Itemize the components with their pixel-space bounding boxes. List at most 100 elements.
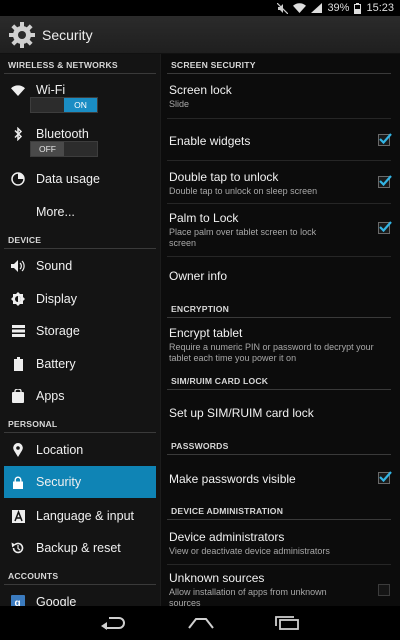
item-summary: Slide bbox=[169, 99, 190, 109]
sidebar-item-location[interactable]: Location bbox=[4, 437, 156, 463]
sidebar-item-google[interactable]: g Google bbox=[4, 591, 156, 606]
item-title: Set up SIM/RUIM card lock bbox=[169, 406, 314, 420]
location-pin-icon bbox=[10, 442, 26, 458]
item-summary: Allow installation of apps from unknown … bbox=[169, 587, 327, 606]
sidebar-item-storage[interactable]: Storage bbox=[4, 318, 156, 344]
home-icon[interactable] bbox=[187, 617, 215, 629]
make-passwords-visible-item[interactable]: Make passwords visible bbox=[169, 472, 391, 486]
sim-lock-item[interactable]: Set up SIM/RUIM card lock bbox=[169, 406, 391, 420]
screen-lock-item[interactable]: Screen lock Slide bbox=[169, 83, 391, 110]
sidebar-item-label: Backup & reset bbox=[36, 541, 121, 555]
enable-widgets-checkbox[interactable] bbox=[378, 133, 392, 146]
sidebar-item-display[interactable]: Display bbox=[4, 286, 156, 312]
sidebar-item-label: Bluetooth bbox=[36, 127, 89, 141]
lock-icon bbox=[10, 474, 26, 490]
sidebar-item-label: Security bbox=[36, 475, 82, 489]
item-title: Unknown sources bbox=[169, 571, 265, 585]
sidebar-item-label: Wi-Fi bbox=[36, 83, 66, 97]
item-summary: Require a numeric PIN or password to dec… bbox=[169, 342, 374, 363]
cell-signal-icon bbox=[311, 3, 323, 13]
bluetooth-toggle[interactable]: OFF bbox=[30, 141, 98, 157]
make-passwords-visible-checkbox[interactable] bbox=[378, 471, 392, 484]
toggle-off-side bbox=[31, 98, 64, 112]
item-title: Double tap to unlock bbox=[169, 170, 279, 184]
sidebar-item-data-usage[interactable]: Data usage bbox=[4, 166, 156, 192]
storage-icon bbox=[10, 323, 26, 339]
mute-icon bbox=[277, 2, 289, 14]
sidebar-item-label: Location bbox=[36, 443, 84, 457]
gear-icon[interactable] bbox=[8, 21, 36, 49]
item-title: Enable widgets bbox=[169, 134, 251, 148]
brightness-icon bbox=[10, 291, 26, 307]
enable-widgets-item[interactable]: Enable widgets bbox=[169, 134, 391, 148]
sidebar-item-label: Sound bbox=[36, 259, 73, 273]
navigation-bar bbox=[0, 606, 400, 640]
divider bbox=[167, 256, 391, 257]
sidebar-item-sound[interactable]: Sound bbox=[4, 253, 156, 279]
battery-percent: 39% bbox=[327, 2, 350, 14]
battery-icon bbox=[10, 356, 26, 372]
item-summary: View or deactivate device administrators bbox=[169, 546, 330, 556]
sidebar-item-battery[interactable]: Battery bbox=[4, 351, 156, 377]
data-usage-icon bbox=[10, 171, 26, 187]
item-summary: Place palm over tablet screen to lock sc… bbox=[169, 227, 317, 248]
header-sim-lock: SIM/RUIM CARD LOCK bbox=[167, 372, 391, 390]
battery-status-icon bbox=[354, 2, 362, 14]
item-title: Owner info bbox=[169, 269, 228, 283]
divider bbox=[167, 160, 391, 161]
double-tap-checkbox[interactable] bbox=[378, 175, 392, 188]
sidebar-item-label: Apps bbox=[36, 389, 65, 403]
item-title: Device administrators bbox=[169, 530, 285, 544]
sidebar-item-label: More... bbox=[36, 205, 75, 219]
recent-apps-icon[interactable] bbox=[275, 616, 299, 630]
item-title: Screen lock bbox=[169, 83, 232, 97]
header-passwords: PASSWORDS bbox=[167, 437, 391, 455]
sidebar-item-backup[interactable]: Backup & reset bbox=[4, 535, 156, 561]
sidebar-item-security[interactable]: Security bbox=[4, 466, 156, 498]
sidebar-item-more[interactable]: More... bbox=[4, 199, 156, 225]
wifi-signal-icon bbox=[293, 3, 307, 13]
action-bar: Security bbox=[0, 16, 400, 54]
google-icon: g bbox=[10, 594, 26, 606]
status-bar: 39% 15:23 bbox=[0, 0, 400, 16]
settings-sidebar[interactable]: WIRELESS & NETWORKS Wi-Fi ON Bluetooth O… bbox=[0, 54, 160, 606]
item-title: Encrypt tablet bbox=[169, 326, 243, 340]
wifi-icon bbox=[10, 82, 26, 98]
header-device-administration: DEVICE ADMINISTRATION bbox=[167, 502, 391, 520]
bluetooth-icon bbox=[10, 126, 26, 142]
divider bbox=[167, 564, 391, 565]
divider bbox=[167, 203, 391, 204]
sidebar-item-label: Language & input bbox=[36, 509, 135, 523]
header-screen-security: SCREEN SECURITY bbox=[167, 56, 391, 74]
toggle-on-side bbox=[64, 142, 97, 156]
palm-lock-checkbox[interactable] bbox=[378, 221, 392, 234]
sidebar-item-apps[interactable]: Apps bbox=[4, 383, 156, 409]
item-summary: Double tap to unlock on sleep screen bbox=[169, 186, 318, 196]
header-personal: PERSONAL bbox=[4, 415, 156, 433]
owner-info-item[interactable]: Owner info bbox=[169, 269, 391, 283]
header-encryption: ENCRYPTION bbox=[167, 300, 391, 318]
page-title: Security bbox=[42, 26, 93, 43]
clock: 15:23 bbox=[366, 2, 394, 14]
item-title: Palm to Lock bbox=[169, 211, 239, 225]
encrypt-tablet-item[interactable]: Encrypt tablet Require a numeric PIN or … bbox=[169, 326, 391, 363]
sidebar-item-label: Display bbox=[36, 292, 77, 306]
security-settings-pane[interactable]: SCREEN SECURITY Screen lock Slide Enable… bbox=[160, 54, 400, 606]
svg-text:g: g bbox=[15, 598, 21, 606]
back-icon[interactable] bbox=[101, 616, 127, 630]
header-wireless: WIRELESS & NETWORKS bbox=[4, 56, 156, 74]
toggle-state-label: OFF bbox=[31, 142, 64, 156]
speaker-icon bbox=[10, 258, 26, 274]
unknown-sources-item[interactable]: Unknown sources Allow installation of ap… bbox=[169, 571, 391, 606]
device-administrators-item[interactable]: Device administrators View or deactivate… bbox=[169, 530, 391, 557]
backup-icon bbox=[10, 540, 26, 556]
sidebar-item-language[interactable]: Language & input bbox=[4, 503, 156, 529]
wifi-toggle[interactable]: ON bbox=[30, 97, 98, 113]
sidebar-item-label: Data usage bbox=[36, 172, 100, 186]
double-tap-item[interactable]: Double tap to unlock Double tap to unloc… bbox=[169, 170, 391, 197]
settings-content: WIRELESS & NETWORKS Wi-Fi ON Bluetooth O… bbox=[0, 54, 400, 606]
language-icon bbox=[10, 508, 26, 524]
item-title: Make passwords visible bbox=[169, 472, 296, 486]
unknown-sources-checkbox[interactable] bbox=[378, 584, 390, 596]
palm-lock-item[interactable]: Palm to Lock Place palm over tablet scre… bbox=[169, 211, 391, 248]
